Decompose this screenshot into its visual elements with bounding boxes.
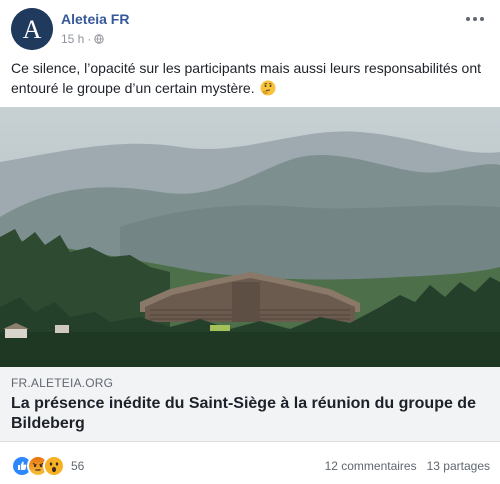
post-header: A Aleteia FR 15 h · (0, 0, 500, 50)
post-body: Ce silence, l’opacité sur les participan… (11, 58, 491, 98)
more-options-button[interactable] (464, 12, 486, 26)
hotel-landscape-image (0, 107, 500, 367)
dot-icon (473, 17, 477, 21)
post-timestamp[interactable]: 15 h (61, 32, 84, 46)
comments-count-link[interactable]: 12 commentaires (325, 459, 417, 473)
svg-text:A: A (23, 15, 42, 44)
link-domain: FR.ALETEIA.ORG (11, 376, 114, 390)
post-meta: 15 h · (61, 32, 105, 46)
shares-count-link[interactable]: 13 partages (427, 459, 490, 473)
post-footer: 56 12 commentaires 13 partages (0, 451, 500, 479)
dot-icon (466, 17, 470, 21)
dot-icon (480, 17, 484, 21)
link-title[interactable]: La présence inédite du Saint-Siège à la … (11, 394, 491, 434)
link-preview-image[interactable] (0, 107, 500, 367)
link-preview[interactable]: FR.ALETEIA.ORG La présence inédite du Sa… (0, 367, 500, 442)
page-name-link[interactable]: Aleteia FR (61, 11, 129, 27)
aleteia-logo-icon: A (11, 8, 53, 50)
engagement-stats: 12 commentaires 13 partages (325, 459, 490, 473)
reaction-count[interactable]: 56 (71, 459, 84, 473)
meta-separator: · (87, 32, 92, 46)
globe-icon (94, 34, 105, 44)
thinking-face-emoji-icon (260, 80, 276, 96)
post-message: Ce silence, l’opacité sur les participan… (11, 60, 481, 96)
reactions-summary[interactable]: 56 (11, 455, 84, 477)
wow-reaction-icon (43, 455, 65, 477)
post-card: A Aleteia FR 15 h · Ce silence, l’opacit… (0, 0, 500, 484)
page-avatar[interactable]: A (11, 8, 53, 50)
